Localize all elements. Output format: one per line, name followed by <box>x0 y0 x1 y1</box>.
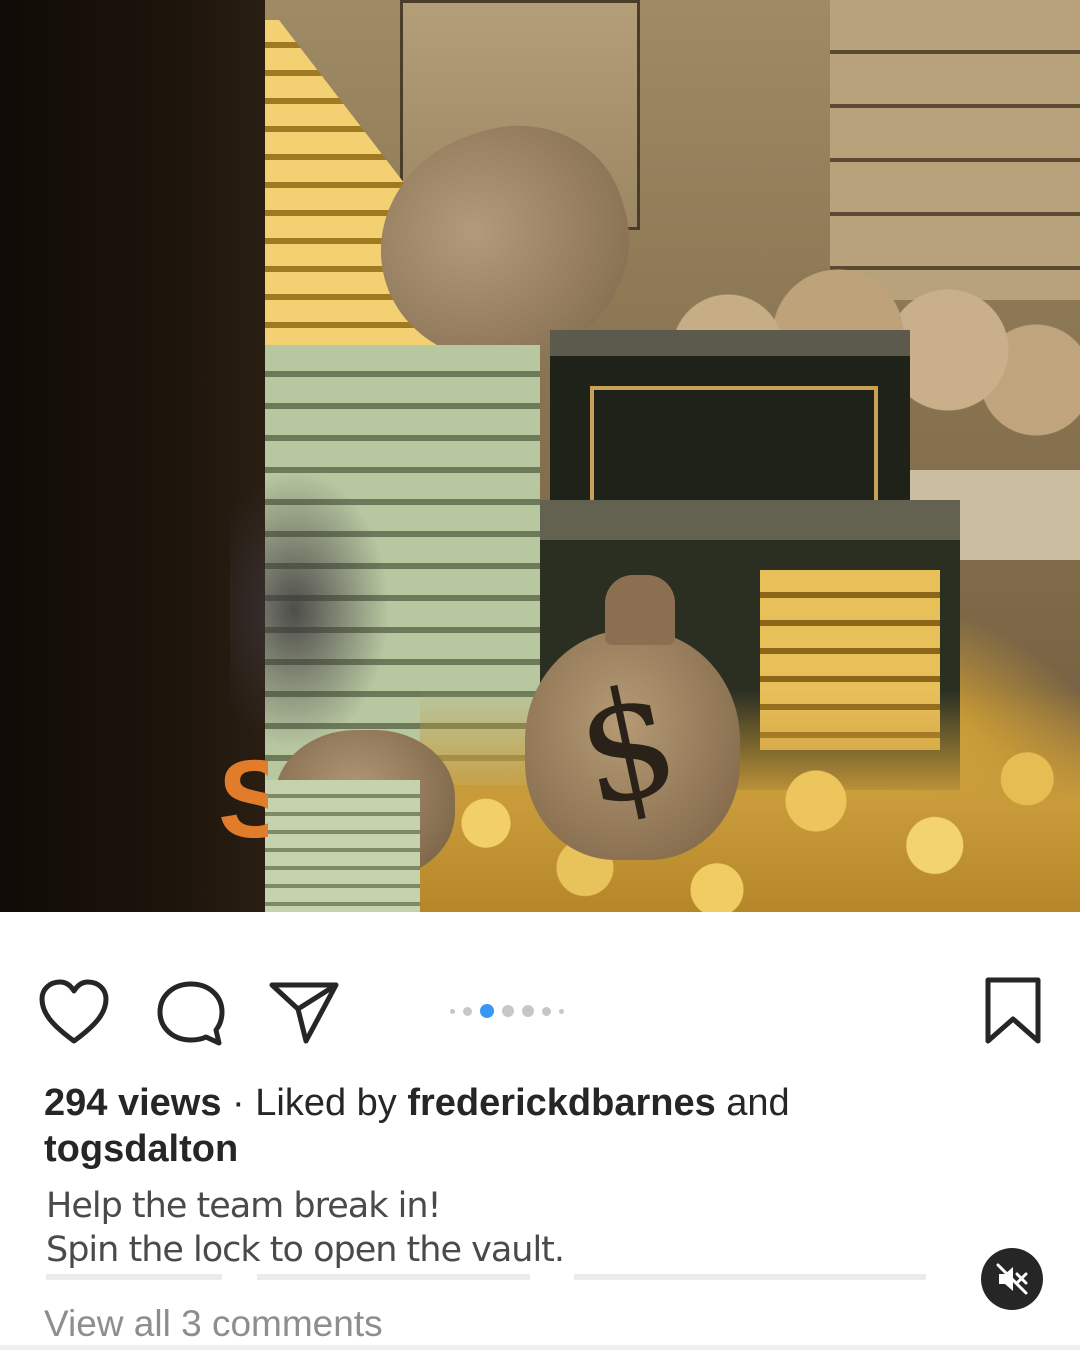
cash-bundle <box>260 780 420 912</box>
meta-separator: · <box>221 1082 256 1124</box>
like-button[interactable] <box>38 979 110 1045</box>
dollar-sign-icon: $ <box>562 651 693 843</box>
divider <box>0 1345 1080 1350</box>
carousel-indicator <box>450 1001 564 1021</box>
overlay-letter: S <box>218 745 268 855</box>
carousel-dot <box>463 1006 472 1016</box>
liked-by-prefix: Liked by <box>255 1082 408 1124</box>
speaker-muted-icon <box>996 1263 1028 1295</box>
carousel-dot-active <box>480 1004 494 1018</box>
view-all-comments-link[interactable]: View all 3 comments <box>44 1303 383 1345</box>
carousel-dot <box>450 1008 455 1014</box>
comment-bubble-icon <box>157 981 225 1046</box>
save-button[interactable] <box>982 975 1044 1047</box>
bookmark-icon <box>985 977 1041 1044</box>
dollar-money-bag: $ <box>525 575 740 860</box>
mute-button[interactable] <box>981 1248 1043 1310</box>
paper-plane-icon <box>269 982 339 1044</box>
caption-line: Spin the lock to open the vault. <box>46 1230 565 1270</box>
share-button[interactable] <box>268 979 340 1045</box>
carousel-dot <box>522 1005 534 1017</box>
post-meta: 294 views · Liked by frederickdbarnes an… <box>44 1080 984 1172</box>
safe-back <box>550 330 910 514</box>
comment-button[interactable] <box>155 979 227 1049</box>
caption-line: Help the team break in! <box>46 1186 442 1226</box>
motion-blur-figure <box>230 470 390 750</box>
gold-coins <box>420 690 1080 912</box>
heart-icon <box>39 979 109 1044</box>
liked-and: and <box>715 1082 790 1124</box>
carousel-dot <box>502 1005 514 1017</box>
post-action-bar <box>0 965 1080 1055</box>
liked-user-link[interactable]: frederickdbarnes <box>407 1082 715 1124</box>
carousel-dot <box>559 1008 564 1014</box>
liked-user-link[interactable]: togsdalton <box>44 1128 238 1170</box>
carousel-dot <box>542 1006 551 1016</box>
post-media[interactable]: $ S <box>0 0 1080 912</box>
views-count[interactable]: 294 views <box>44 1082 221 1124</box>
post-caption: Help the team break in! Spin the lock to… <box>46 1184 946 1272</box>
caption-truncated-line <box>46 1274 926 1280</box>
